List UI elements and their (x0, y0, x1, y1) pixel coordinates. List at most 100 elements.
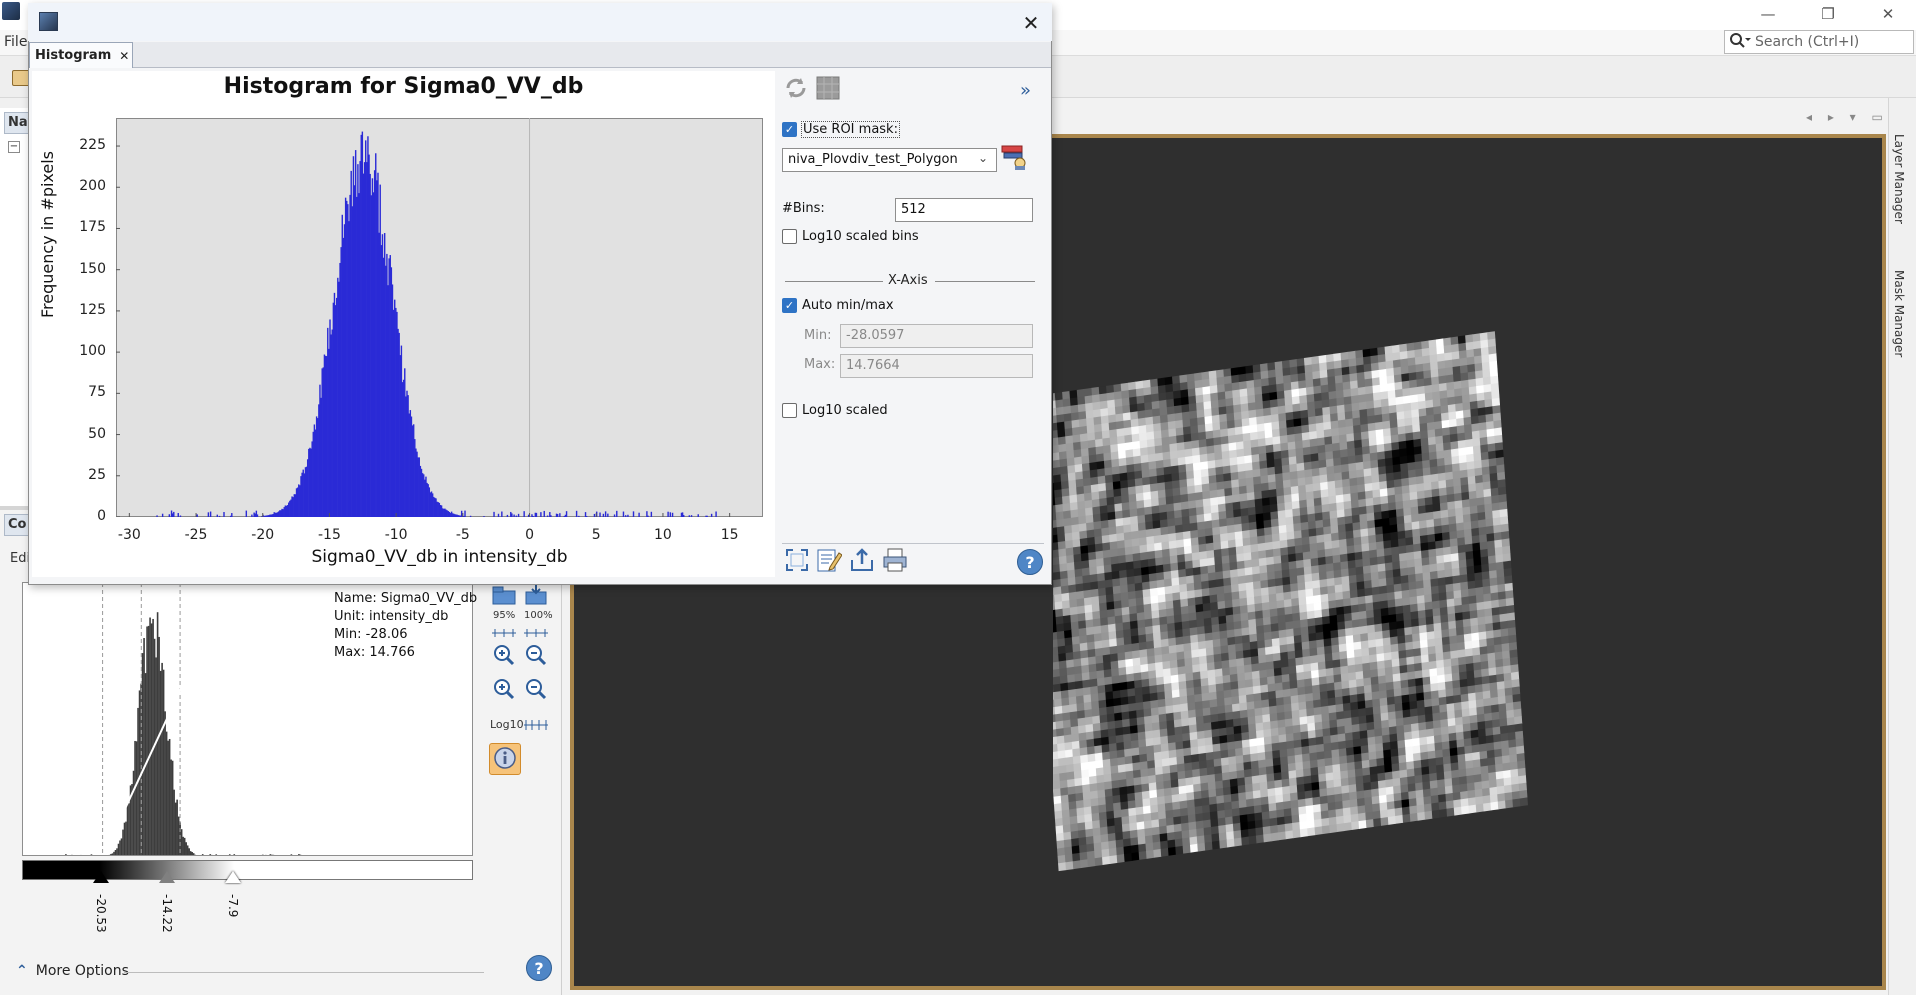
sar-pixel (1465, 438, 1474, 448)
sar-pixel (1507, 619, 1516, 629)
sar-pixel (1211, 840, 1221, 850)
sar-pixel (1119, 569, 1128, 579)
sar-pixel (1393, 680, 1402, 690)
zoom-all-button[interactable] (784, 548, 810, 574)
distribute-sliders-icon[interactable] (522, 712, 550, 738)
sar-pixel (1484, 398, 1493, 408)
sar-pixel (1412, 423, 1421, 433)
sar-pixel (1499, 501, 1508, 511)
sar-pixel (1467, 797, 1477, 807)
log10-scaled-checkbox[interactable]: Log10 scaled (782, 403, 888, 418)
sar-pixel (1231, 486, 1240, 496)
export-icon[interactable] (522, 582, 550, 608)
sar-pixel (1344, 620, 1353, 630)
sar-pixel (1451, 343, 1460, 353)
sar-pixel (1343, 822, 1353, 832)
sar-pixel (1320, 803, 1329, 812)
mask-manager-button[interactable] (1001, 145, 1027, 171)
sar-pixel (1186, 582, 1195, 592)
import-icon[interactable] (490, 582, 518, 608)
slider-max[interactable] (225, 871, 241, 883)
auto-minmax-checkbox[interactable]: ✓ Auto min/max (782, 298, 894, 313)
sar-pixel (1154, 437, 1163, 447)
slider-min[interactable] (93, 871, 109, 883)
tree-collapse-toggle[interactable]: − (8, 141, 20, 153)
sar-pixel (1209, 706, 1219, 716)
sar-pixel (1060, 682, 1069, 692)
expand-panel-button[interactable]: » (1020, 80, 1031, 101)
export-button[interactable] (849, 547, 875, 574)
print-button[interactable] (882, 548, 908, 574)
dialog-titlebar[interactable] (28, 3, 1052, 41)
sar-pixel (1178, 673, 1187, 683)
bins-input[interactable]: 512 (895, 198, 1033, 222)
edit-properties-button[interactable] (816, 548, 843, 574)
tab-mask-manager[interactable]: Mask Manager (1892, 270, 1906, 357)
sar-pixel (1217, 817, 1226, 827)
menu-file[interactable]: File (4, 34, 27, 50)
sar-pixel (1493, 524, 1502, 534)
sar-pixel (1403, 619, 1412, 629)
sar-pixel (1420, 437, 1429, 447)
sar-pixel (1090, 790, 1099, 800)
sar-pixel (1467, 789, 1476, 799)
sar-pixel (1400, 567, 1409, 577)
sar-pixel (1221, 659, 1230, 669)
sar-pixel (1221, 772, 1231, 781)
more-options-toggle[interactable]: ⌃ More Options (16, 963, 129, 979)
chevron-down-icon[interactable]: ⌄ (978, 151, 988, 165)
sar-pixel (1272, 645, 1281, 655)
sar-pixel (1448, 411, 1457, 421)
tab-close-icon[interactable]: ✕ (119, 49, 129, 63)
info-toggle-button[interactable] (489, 743, 521, 775)
sar-pixel (1353, 753, 1363, 763)
sar-pixel (1219, 839, 1228, 849)
sar-pixel (1054, 601, 1063, 611)
log10-bins-checkbox[interactable]: Log10 scaled bins (782, 229, 919, 244)
sar-pixel (1408, 372, 1417, 382)
sar-pixel (1153, 744, 1162, 754)
show-grid-button[interactable] (815, 76, 841, 102)
view-nav-arrows[interactable]: ◂ ▸ ▾ ▭ (1806, 110, 1889, 124)
log10-toggle[interactable]: Log10 (490, 718, 524, 731)
colour-histogram-bar (138, 690, 141, 855)
sar-pixel (1383, 644, 1392, 654)
sar-pixel (1486, 742, 1495, 752)
sar-pixel (1200, 573, 1209, 583)
minimize-button[interactable]: — (1740, 0, 1796, 28)
sar-pixel (1177, 449, 1186, 459)
slider-mid[interactable] (159, 871, 175, 883)
tab-histogram[interactable]: Histogram ✕ (29, 42, 133, 68)
dialog-close-button[interactable]: ✕ (1018, 10, 1044, 36)
sar-pixel (1192, 566, 1202, 576)
use-roi-mask-checkbox[interactable]: ✓ Use ROI mask: (782, 121, 900, 138)
restore-button[interactable]: ❐ (1800, 0, 1856, 28)
tab-layer-manager[interactable]: Layer Manager (1892, 134, 1906, 224)
sar-pixel (1299, 499, 1308, 509)
sar-pixel (1087, 432, 1096, 442)
zoom-out-horizontal-icon[interactable] (522, 676, 550, 702)
sar-pixel (1121, 599, 1130, 609)
sar-pixel (1337, 419, 1347, 429)
sar-pixel (1335, 389, 1345, 399)
dialog-help-button[interactable]: ? (1017, 549, 1043, 575)
sar-pixel (1341, 680, 1350, 690)
roi-mask-select[interactable]: niva_Plovdiv_test_Polygon (782, 148, 997, 172)
refresh-button[interactable] (783, 76, 809, 102)
sar-pixel (1295, 761, 1304, 771)
sar-pixel (1112, 794, 1121, 804)
sar-pixel (1064, 532, 1073, 542)
sar-pixel (1186, 478, 1195, 487)
zoom-in-horizontal-icon[interactable] (490, 676, 518, 702)
sar-pixel (1343, 605, 1352, 615)
close-app-button[interactable]: ✕ (1860, 0, 1916, 28)
sar-pixel (1474, 362, 1483, 372)
zoom-in-vertical-icon[interactable] (490, 642, 518, 668)
sar-pixel (1134, 582, 1143, 592)
sar-pixel (1451, 560, 1460, 570)
search-input[interactable]: Search (Ctrl+I) (1724, 30, 1914, 54)
sar-pixel (1358, 715, 1367, 725)
help-button[interactable]: ? (526, 955, 552, 981)
sar-pixel (1157, 482, 1166, 492)
zoom-out-vertical-icon[interactable] (522, 642, 550, 668)
